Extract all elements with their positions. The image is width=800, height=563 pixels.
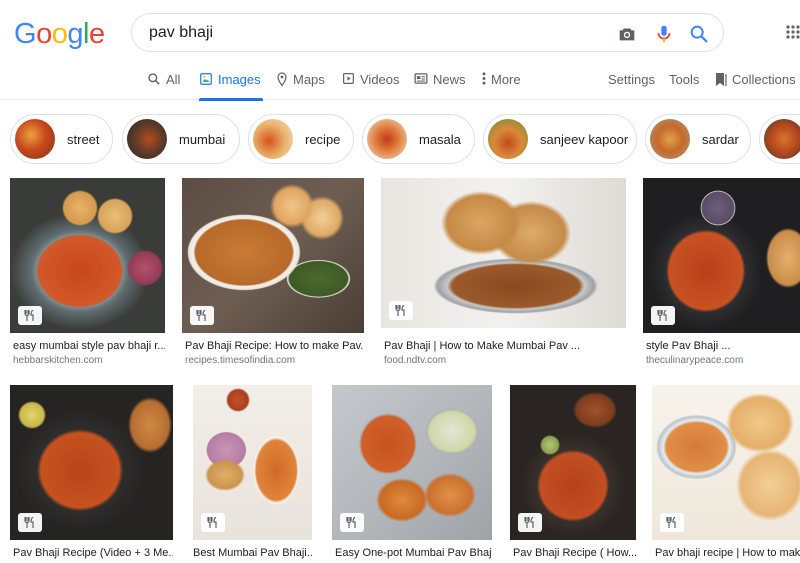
chip-thumbnail [650, 119, 690, 159]
search-box [131, 13, 724, 52]
logo-letter: o [51, 18, 68, 50]
chip-thumbnail [488, 119, 528, 159]
image-result[interactable] [643, 178, 800, 333]
more-vert-icon [482, 72, 486, 85]
tab-all[interactable]: All [147, 64, 180, 100]
image-result[interactable] [510, 385, 636, 540]
tools-link[interactable]: Tools [669, 64, 699, 100]
collections-link[interactable]: Collections [715, 64, 796, 100]
image-result[interactable] [193, 385, 312, 540]
chip-street[interactable]: street [10, 114, 113, 164]
result-source[interactable]: theculinarypeace.com [646, 355, 800, 366]
logo-letter: e [88, 18, 105, 50]
result-title[interactable]: easy mumbai style pav bhaji r... [13, 340, 165, 352]
fork-knife-icon [18, 513, 42, 532]
image-result[interactable] [332, 385, 492, 540]
map-pin-icon [277, 72, 287, 87]
tab-label: All [166, 72, 181, 87]
tab-label: News [433, 72, 466, 87]
tab-more[interactable]: More [482, 64, 521, 100]
tab-label: Settings [608, 72, 655, 87]
related-chips: street mumbai recipe masala sanjeev kapo… [0, 114, 800, 164]
chip-mumbai[interactable]: mumbai [122, 114, 240, 164]
chip-label: recipe [305, 131, 341, 147]
bookmark-icon [716, 73, 727, 86]
result-title[interactable]: Pav bhaji recipe | How to make [655, 547, 800, 559]
fork-knife-icon [201, 513, 225, 532]
search-icon [148, 73, 160, 85]
tab-label: More [491, 72, 521, 87]
chip-sanjeev-kapoor[interactable]: sanjeev kapoor [483, 114, 637, 164]
fork-knife-icon [190, 306, 214, 325]
image-result[interactable] [381, 178, 626, 328]
result-title[interactable]: Pav Bhaji Recipe (Video + 3 Me... [13, 547, 173, 559]
chip-thumbnail [367, 119, 407, 159]
fork-knife-icon [518, 513, 542, 532]
video-icon [343, 73, 354, 84]
result-title[interactable]: Best Mumbai Pav Bhaji... [193, 547, 312, 559]
search-icon[interactable] [688, 23, 710, 45]
apps-grid-icon[interactable] [786, 25, 800, 39]
logo-letter: G [14, 18, 37, 50]
chip-thumbnail [15, 119, 55, 159]
tab-maps[interactable]: Maps [276, 64, 325, 100]
result-title[interactable]: Pav Bhaji Recipe: How to make Pav... [185, 340, 363, 352]
search-tabs: All Images Maps Videos News More Setting… [0, 64, 800, 101]
chip-more[interactable] [759, 114, 800, 164]
fork-knife-icon [660, 513, 684, 532]
chip-label: street [67, 131, 100, 147]
image-result[interactable] [182, 178, 364, 333]
chip-thumbnail [127, 119, 167, 159]
settings-link[interactable]: Settings [608, 64, 655, 100]
chip-sardar[interactable]: sardar [645, 114, 751, 164]
result-title[interactable]: Easy One-pot Mumbai Pav Bhaj... [335, 547, 492, 559]
microphone-icon[interactable] [653, 23, 675, 45]
result-source[interactable]: food.ndtv.com [384, 355, 624, 366]
tab-news[interactable]: News [414, 64, 466, 100]
tab-label: Collections [732, 72, 796, 87]
tab-videos[interactable]: Videos [342, 64, 400, 100]
camera-icon[interactable] [616, 23, 638, 45]
chip-label: sanjeev kapoor [540, 131, 629, 147]
image-result[interactable] [10, 385, 173, 540]
fork-knife-icon [18, 306, 42, 325]
chip-recipe[interactable]: recipe [248, 114, 354, 164]
chip-masala[interactable]: masala [362, 114, 475, 164]
chip-label: mumbai [179, 131, 226, 147]
fork-knife-icon [651, 306, 675, 325]
image-result[interactable] [652, 385, 800, 540]
result-source[interactable]: hebbarskitchen.com [13, 355, 165, 366]
logo-letter: g [67, 18, 83, 50]
result-title[interactable]: style Pav Bhaji ... [646, 340, 800, 352]
tab-label: Tools [669, 72, 700, 87]
fork-knife-icon [340, 513, 364, 532]
tab-label: Videos [360, 72, 400, 87]
search-input[interactable] [149, 22, 589, 44]
result-source[interactable]: recipes.timesofindia.com [185, 355, 363, 366]
image-icon [200, 73, 212, 85]
google-logo[interactable]: Google [14, 18, 105, 51]
tab-label: Maps [293, 72, 325, 87]
result-title[interactable]: Pav Bhaji | How to Make Mumbai Pav ... [384, 340, 624, 352]
tab-images[interactable]: Images [199, 64, 263, 101]
tab-label: Images [218, 72, 261, 87]
news-icon [414, 73, 428, 84]
logo-letter: o [36, 18, 52, 50]
chip-thumbnail [253, 119, 293, 159]
image-result[interactable] [10, 178, 165, 333]
chip-thumbnail [764, 119, 800, 159]
chip-label: masala [419, 131, 461, 147]
chip-label: sardar [702, 131, 739, 147]
result-title[interactable]: Pav Bhaji Recipe ( How... [513, 547, 636, 559]
fork-knife-icon [389, 301, 413, 320]
